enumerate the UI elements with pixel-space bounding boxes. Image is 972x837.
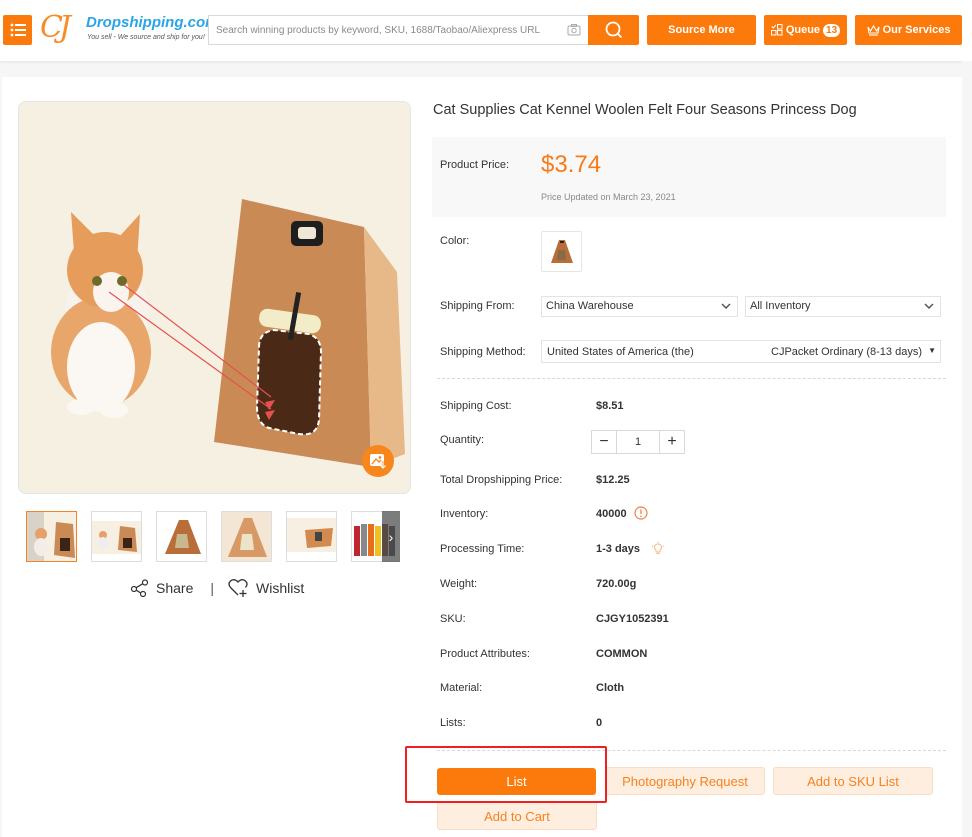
caret-down-icon: ▼ bbox=[928, 340, 936, 362]
product-title: Cat Supplies Cat Kennel Woolen Felt Four… bbox=[433, 102, 857, 118]
search-icon bbox=[604, 20, 624, 40]
info-warning-icon[interactable] bbox=[634, 506, 648, 520]
quantity-increment-button[interactable]: + bbox=[660, 431, 684, 453]
inventory-filter-value: All Inventory bbox=[750, 300, 811, 312]
material-label: Material: bbox=[440, 682, 482, 694]
shipping-method-value: CJPacket Ordinary (8-13 days) bbox=[771, 341, 922, 363]
lists-label: Lists: bbox=[440, 717, 466, 729]
shipping-from-select[interactable]: China Warehouse bbox=[541, 296, 738, 317]
crown-icon bbox=[867, 24, 880, 36]
sku-value: CJGY1052391 bbox=[596, 613, 669, 625]
color-label: Color: bbox=[440, 235, 469, 247]
queue-button[interactable]: Queue 13 bbox=[764, 15, 847, 45]
logo-tagline: You sell - We source and ship for you! bbox=[87, 34, 205, 41]
shipping-method-select[interactable]: United States of America (the) CJPacket … bbox=[541, 340, 941, 363]
photography-request-button[interactable]: Photography Request bbox=[605, 767, 765, 795]
logo-mark: CJ bbox=[40, 10, 67, 45]
shipping-country: United States of America (the) bbox=[547, 346, 694, 358]
main-product-image[interactable] bbox=[18, 101, 411, 494]
quantity-stepper: − 1 + bbox=[591, 430, 685, 454]
list-button-label: List bbox=[506, 774, 526, 789]
thumbnail-strip bbox=[26, 511, 400, 563]
product-price: $3.74 bbox=[541, 151, 601, 179]
shipping-cost-label: Shipping Cost: bbox=[440, 400, 512, 412]
plus-icon: + bbox=[667, 433, 676, 451]
separator: | bbox=[210, 580, 214, 596]
thumbnail-next-button[interactable]: › bbox=[382, 511, 400, 562]
lightbulb-icon[interactable] bbox=[651, 541, 665, 555]
lists-value: 0 bbox=[596, 717, 602, 729]
search-box bbox=[208, 15, 589, 45]
menu-button[interactable] bbox=[3, 15, 32, 45]
thumbnail-kennel-front[interactable] bbox=[156, 511, 207, 562]
page-gutter bbox=[962, 61, 972, 834]
wishlist-label: Wishlist bbox=[256, 580, 304, 596]
menu-icon bbox=[10, 23, 26, 37]
heart-plus-icon bbox=[228, 578, 250, 598]
inventory-filter-select[interactable]: All Inventory bbox=[745, 296, 941, 317]
chevron-down-icon bbox=[924, 300, 934, 312]
add-to-cart-button[interactable]: Add to Cart bbox=[437, 802, 597, 830]
shipping-method-label: Shipping Method: bbox=[440, 346, 526, 358]
top-bar: CJ Dropshipping.com You sell - We source… bbox=[0, 0, 972, 61]
quantity-input[interactable]: 1 bbox=[616, 431, 660, 453]
photography-request-label: Photography Request bbox=[622, 774, 748, 789]
total-price-label: Total Dropshipping Price: bbox=[440, 474, 562, 486]
inventory-value: 40000 bbox=[596, 508, 627, 520]
source-more-button[interactable]: Source More bbox=[647, 15, 756, 45]
shipping-from-label: Shipping From: bbox=[440, 300, 515, 312]
list-button[interactable]: List bbox=[437, 768, 596, 795]
wishlist-button[interactable]: Wishlist bbox=[228, 578, 304, 598]
queue-icon bbox=[771, 24, 783, 36]
share-label: Share bbox=[156, 580, 193, 596]
shipping-from-value: China Warehouse bbox=[546, 300, 634, 312]
chevron-right-icon: › bbox=[389, 529, 394, 545]
quantity-decrement-button[interactable]: − bbox=[592, 431, 616, 453]
search-input[interactable] bbox=[209, 16, 549, 44]
shipping-cost-value: $8.51 bbox=[596, 400, 624, 412]
divider bbox=[437, 750, 946, 751]
search-button[interactable] bbox=[588, 15, 639, 45]
thumbnail-cat-and-kennel[interactable] bbox=[26, 511, 77, 562]
logo-brand: Dropshipping.com bbox=[86, 14, 219, 31]
chevron-down-icon bbox=[721, 300, 731, 312]
queue-count-badge: 13 bbox=[823, 24, 840, 37]
price-updated: Price Updated on March 23, 2021 bbox=[541, 192, 676, 202]
camera-icon[interactable] bbox=[567, 23, 581, 37]
sku-label: SKU: bbox=[440, 613, 466, 625]
price-box: Product Price: $3.74 Price Updated on Ma… bbox=[432, 137, 946, 217]
color-swatch-image bbox=[547, 237, 577, 267]
our-services-button[interactable]: Our Services bbox=[855, 15, 962, 45]
share-button[interactable]: Share bbox=[130, 579, 193, 597]
quantity-label: Quantity: bbox=[440, 434, 484, 446]
product-attributes-label: Product Attributes: bbox=[440, 648, 530, 660]
minus-icon: − bbox=[599, 433, 608, 451]
queue-label: Queue bbox=[786, 24, 820, 36]
weight-value: 720.00g bbox=[596, 578, 636, 590]
image-download-icon bbox=[369, 452, 387, 470]
share-wishlist-row: Share | Wishlist bbox=[130, 578, 304, 598]
image-download-button[interactable] bbox=[362, 445, 394, 477]
product-attributes-value: COMMON bbox=[596, 648, 647, 660]
share-icon bbox=[130, 579, 150, 597]
price-label: Product Price: bbox=[440, 159, 509, 171]
source-more-label: Source More bbox=[668, 24, 735, 36]
add-to-sku-list-button[interactable]: Add to SKU List bbox=[773, 767, 933, 795]
add-to-sku-list-label: Add to SKU List bbox=[807, 774, 899, 789]
product-illustration bbox=[19, 102, 411, 494]
material-value: Cloth bbox=[596, 682, 624, 694]
thumbnail-cat-and-kennel-small[interactable] bbox=[91, 511, 142, 562]
total-price-value: $12.25 bbox=[596, 474, 630, 486]
weight-label: Weight: bbox=[440, 578, 477, 590]
divider bbox=[437, 378, 946, 379]
add-to-cart-label: Add to Cart bbox=[484, 809, 550, 824]
thumbnail-kennel-folded[interactable] bbox=[286, 511, 337, 562]
logo[interactable]: CJ Dropshipping.com You sell - We source… bbox=[40, 12, 205, 48]
inventory-label: Inventory: bbox=[440, 508, 488, 520]
processing-time-value: 1-3 days bbox=[596, 543, 640, 555]
our-services-label: Our Services bbox=[883, 24, 951, 36]
thumbnail-kennel-open[interactable] bbox=[221, 511, 272, 562]
color-option[interactable] bbox=[541, 231, 582, 272]
processing-time-label: Processing Time: bbox=[440, 543, 524, 555]
